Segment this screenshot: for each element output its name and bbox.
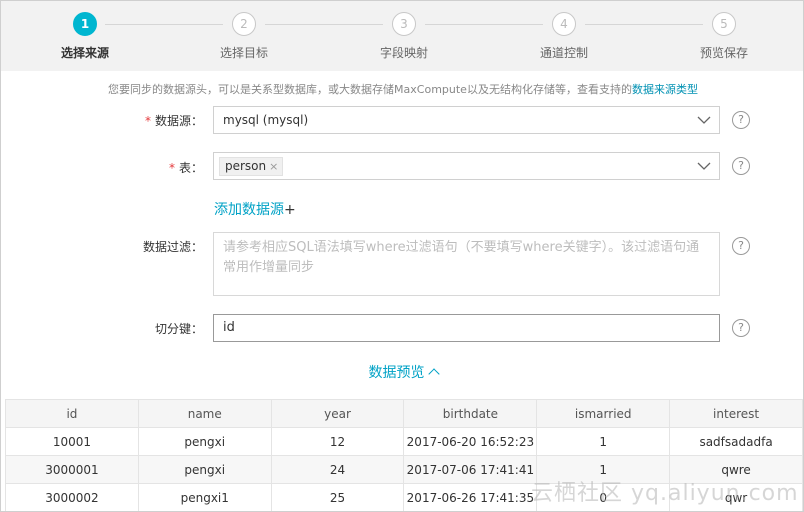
help-icon[interactable]: ? — [732, 157, 750, 175]
source-types-link[interactable]: 数据来源类型 — [632, 83, 698, 96]
table-label-text: 表： — [178, 161, 203, 175]
table-cell: 25 — [270, 483, 405, 511]
table-cell: pengxi — [137, 455, 272, 484]
table-row: 3000002 pengxi1 25 2017-06-26 17:41:35 0… — [5, 483, 803, 511]
step-channel-control[interactable]: 4 通道控制 — [504, 12, 624, 61]
datasource-label-text: 数据源： — [154, 114, 203, 128]
plus-icon: + — [284, 202, 296, 218]
step-label: 预览保存 — [699, 46, 748, 60]
data-preview-toggle[interactable]: 数据预览 — [1, 362, 803, 382]
table-cell: 24 — [270, 455, 405, 484]
table-cell: pengxi — [137, 427, 272, 456]
column-header: interest — [669, 399, 803, 428]
step-number: 4 — [552, 12, 576, 36]
table-cell: 1 — [536, 455, 671, 484]
wizard-frame: 1 选择来源 2 选择目标 3 字段映射 4 通道控制 5 预览保存 您要同步的… — [0, 0, 804, 512]
step-number: 2 — [232, 12, 256, 36]
step-number: 5 — [712, 12, 736, 36]
add-datasource-link[interactable]: 添加数据源+ — [214, 199, 296, 219]
split-key-input[interactable]: id — [213, 314, 720, 342]
chevron-up-icon — [427, 368, 440, 380]
split-key-value: id — [223, 320, 235, 335]
column-header: ismarried — [536, 399, 671, 428]
table-cell: 2017-07-06 17:41:41 — [403, 455, 538, 484]
table-cell: 10001 — [5, 427, 139, 456]
table-cell: 3000001 — [5, 455, 139, 484]
step-label: 通道控制 — [539, 46, 588, 60]
table-row: 10001 pengxi 12 2017-06-20 16:52:23 1 sa… — [5, 427, 803, 456]
datasource-value: mysql (mysql) — [223, 113, 309, 127]
preview-table: id name year birthdate ismarried interes… — [5, 399, 803, 511]
step-label: 字段映射 — [379, 46, 428, 60]
step-number: 3 — [392, 12, 416, 36]
step-select-source[interactable]: 1 选择来源 — [25, 12, 145, 61]
source-hint-text: 您要同步的数据源头，可以是关系型数据库，或大数据存储MaxCompute以及无结… — [108, 83, 632, 96]
table-cell: 12 — [270, 427, 405, 456]
table-tag: person × — [219, 157, 284, 176]
table-cell: 2017-06-26 17:41:35 — [403, 483, 538, 511]
step-preview-save[interactable]: 5 预览保存 — [664, 12, 784, 61]
table-header-row: id name year birthdate ismarried interes… — [5, 399, 803, 428]
filter-textarea[interactable]: 请参考相应SQL语法填写where过滤语句（不要填写where关键字）。该过滤语… — [213, 232, 720, 296]
datasource-label: * 数据源： — [111, 112, 203, 129]
table-cell: 1 — [536, 427, 671, 456]
table-cell: sadfsadadfa — [669, 427, 803, 456]
step-select-target[interactable]: 2 选择目标 — [184, 12, 304, 61]
table-cell: qwr — [669, 483, 803, 511]
step-number: 1 — [73, 12, 97, 36]
tag-remove-icon[interactable]: × — [269, 160, 278, 173]
source-hint: 您要同步的数据源头，可以是关系型数据库，或大数据存储MaxCompute以及无结… — [1, 81, 803, 97]
help-icon[interactable]: ? — [732, 237, 750, 255]
table-select[interactable]: person × — [213, 152, 720, 180]
split-key-label: 切分键： — [154, 322, 203, 336]
help-icon[interactable]: ? — [732, 319, 750, 337]
table-cell: 0 — [536, 483, 671, 511]
step-field-mapping[interactable]: 3 字段映射 — [344, 12, 464, 61]
chevron-down-icon — [697, 162, 711, 170]
required-mark: * — [144, 114, 151, 128]
filter-label: 数据过滤： — [142, 240, 203, 254]
add-datasource-label: 添加数据源 — [214, 202, 284, 218]
help-icon[interactable]: ? — [732, 111, 750, 129]
column-header: name — [137, 399, 272, 428]
column-header: year — [270, 399, 405, 428]
table-cell: 3000002 — [5, 483, 139, 511]
table-tag-label: person — [225, 159, 267, 173]
required-mark: * — [168, 161, 175, 175]
step-indicator: 1 选择来源 2 选择目标 3 字段映射 4 通道控制 5 预览保存 — [1, 1, 803, 71]
data-preview-label: 数据预览 — [368, 365, 425, 381]
table-row: 3000001 pengxi 24 2017-07-06 17:41:41 1 … — [5, 455, 803, 484]
table-cell: pengxi1 — [137, 483, 272, 511]
table-cell: 2017-06-20 16:52:23 — [403, 427, 538, 456]
table-label: * 表： — [111, 159, 203, 176]
column-header: id — [5, 399, 139, 428]
step-label: 选择来源 — [60, 46, 109, 60]
column-header: birthdate — [403, 399, 538, 428]
chevron-down-icon — [697, 116, 711, 124]
table-cell: qwre — [669, 455, 803, 484]
step-label: 选择目标 — [219, 46, 268, 60]
datasource-select[interactable]: mysql (mysql) — [213, 106, 720, 134]
